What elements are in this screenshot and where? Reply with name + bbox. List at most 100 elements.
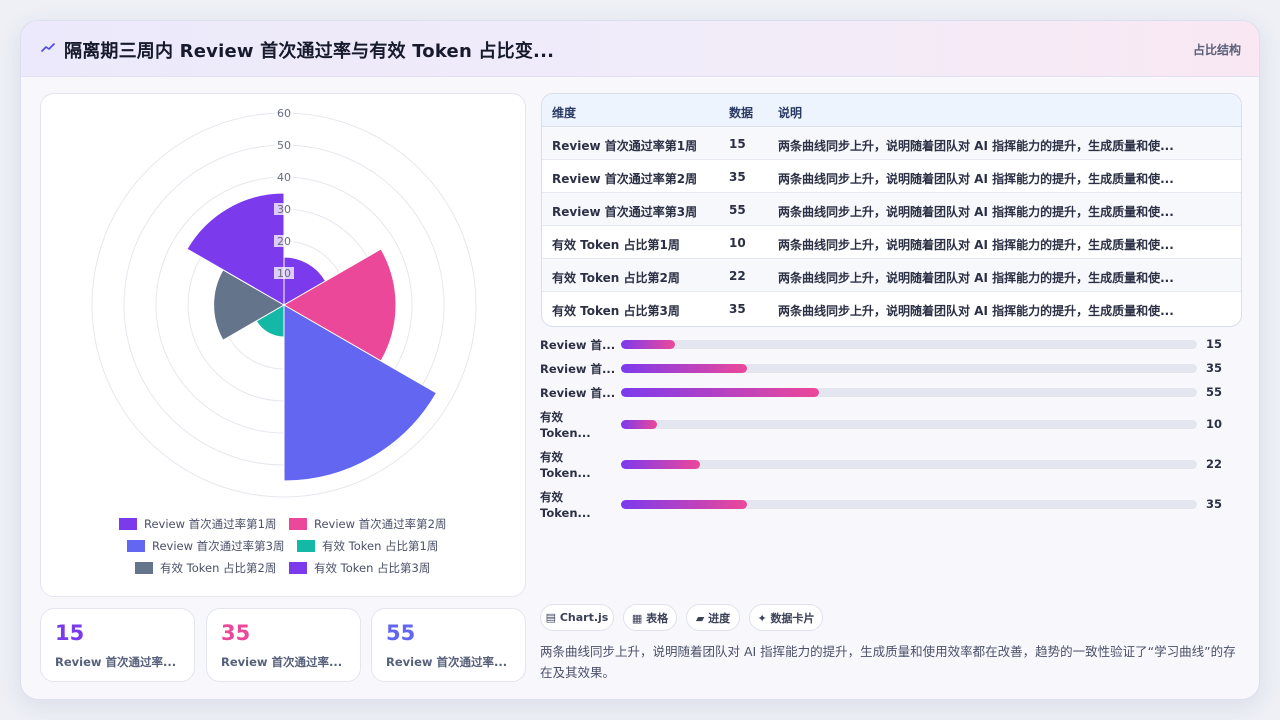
polar-area-chart: 10 20 30 40 50 60 — [91, 107, 477, 498]
table-cell: Review 首次通过率第2周 — [552, 172, 698, 186]
progress-fill — [621, 388, 819, 397]
table-cell: 两条曲线同步上升，说明随着团队对 AI 指挥能力的提升，生成质量和使... — [778, 172, 1174, 186]
legend-swatch — [289, 562, 307, 574]
table-cell: 两条曲线同步上升，说明随着团队对 AI 指挥能力的提升，生成质量和使... — [778, 238, 1174, 252]
progress-track — [621, 364, 1197, 373]
column-header: 说明 — [778, 106, 803, 120]
table-row[interactable]: 有效 Token 占比第3周 35 两条曲线同步上升，说明随着团队对 AI 指挥… — [542, 292, 1241, 325]
table-row[interactable]: 有效 Token 占比第2周 22 两条曲线同步上升，说明随着团队对 AI 指挥… — [542, 259, 1241, 292]
polar-chart-panel: 10 20 30 40 50 60 Review 首次通过率第1周 Review 首次通过… — [40, 93, 526, 597]
table-row[interactable]: Review 首次通过率第3周 55 两条曲线同步上升，说明随着团队对 AI 指… — [542, 193, 1241, 226]
progress-value: 55 — [1206, 385, 1223, 399]
table-cell: 两条曲线同步上升，说明随着团队对 AI 指挥能力的提升，生成质量和使... — [778, 205, 1174, 219]
table-cell: 有效 Token 占比第3周 — [552, 304, 680, 318]
progress-value: 35 — [1206, 497, 1223, 511]
legend-label: Review 首次通过率第3周 — [152, 539, 285, 553]
table-row[interactable]: 有效 Token 占比第1周 10 两条曲线同步上升，说明随着团队对 AI 指挥… — [542, 226, 1241, 259]
progress-fill — [621, 364, 747, 373]
page-title: 隔离期三周内 Review 首次通过率与有效 Token 占比变... — [64, 41, 555, 62]
legend-item[interactable]: Review 首次通过率第2周 — [289, 516, 447, 532]
stat-card: 35 Review 首次通过率... — [206, 608, 361, 682]
legend-swatch — [135, 562, 153, 574]
table-cell: 两条曲线同步上升，说明随着团队对 AI 指挥能力的提升，生成质量和使... — [778, 304, 1174, 318]
table-cell: 两条曲线同步上升，说明随着团队对 AI 指挥能力的提升，生成质量和使... — [778, 139, 1174, 153]
table-row[interactable]: Review 首次通过率第1周 15 两条曲线同步上升，说明随着团队对 AI 指… — [542, 127, 1241, 160]
column-header: 维度 — [552, 106, 577, 120]
progress-track — [621, 460, 1197, 469]
legend-item[interactable]: 有效 Token 占比第3周 — [289, 560, 430, 576]
table-cell: 有效 Token 占比第2周 — [552, 271, 680, 285]
stat-label: Review 首次通过率... — [221, 655, 343, 669]
legend-swatch — [119, 518, 137, 530]
table-cell: 10 — [729, 236, 746, 250]
legend-swatch — [127, 540, 145, 552]
header-bar: 隔离期三周内 Review 首次通过率与有效 Token 占比变... 占比结构 — [21, 21, 1259, 77]
legend-swatch — [289, 518, 307, 530]
table-cell: 22 — [729, 269, 746, 283]
stat-label: Review 首次通过率... — [55, 655, 177, 669]
chart-legend: Review 首次通过率第1周 Review 首次通过率第2周 Review 首… — [41, 514, 527, 584]
chip-chartjs[interactable]: ▤ Chart.js — [540, 604, 614, 631]
legend-label: Review 首次通过率第2周 — [314, 517, 447, 531]
stat-value: 35 — [221, 621, 251, 645]
progress-track — [621, 340, 1197, 349]
table-cell: 15 — [729, 137, 746, 151]
legend-label: 有效 Token 占比第3周 — [314, 561, 431, 575]
legend-swatch — [297, 540, 315, 552]
table-cell: 两条曲线同步上升，说明随着团队对 AI 指挥能力的提升，生成质量和使... — [778, 271, 1174, 285]
progress-fill — [621, 340, 675, 349]
trend-icon — [41, 43, 55, 52]
progress-track — [621, 388, 1197, 397]
progress-track — [621, 500, 1197, 509]
progress-list: Review 首... 15 Review 首... 35 Review 首..… — [540, 333, 1240, 533]
legend-label: Review 首次通过率第1周 — [144, 517, 277, 531]
legend-item[interactable]: Review 首次通过率第1周 — [119, 516, 277, 532]
table-cell: Review 首次通过率第3周 — [552, 205, 698, 219]
table-cell: 有效 Token 占比第1周 — [552, 238, 680, 252]
progress-label: 有效 Token... — [540, 410, 591, 440]
progress-value: 22 — [1206, 457, 1223, 471]
chip-data-cards[interactable]: ✦ 数据卡片 — [749, 604, 823, 631]
progress-label: Review 首... — [540, 362, 616, 376]
stat-label: Review 首次通过率... — [386, 655, 508, 669]
progress-fill — [621, 420, 657, 429]
stat-value: 15 — [55, 621, 85, 645]
chart-type-tag: 占比结构 — [1192, 43, 1241, 57]
progress-value: 10 — [1206, 417, 1223, 431]
summary-note: 两条曲线同步上升，说明随着团队对 AI 指挥能力的提升，生成质量和使用效率都在改… — [540, 644, 1236, 680]
progress-value: 15 — [1206, 337, 1223, 351]
r-tick-label: 50 — [277, 139, 291, 152]
column-header: 数据 — [729, 106, 754, 120]
progress-label: 有效 Token... — [540, 450, 591, 480]
chip-progress[interactable]: ▰ 进度 — [686, 604, 740, 631]
progress-label: 有效 Token... — [540, 490, 591, 520]
legend-item[interactable]: Review 首次通过率第3周 — [127, 538, 285, 554]
progress-label: Review 首... — [540, 338, 616, 352]
table-cell: 55 — [729, 203, 746, 217]
stat-value: 55 — [386, 621, 416, 645]
r-tick-label: 20 — [277, 235, 291, 248]
table-cell: Review 首次通过率第1周 — [552, 139, 698, 153]
data-table: 维度 数据 说明 Review 首次通过率第1周 15 两条曲线同步上升，说明随… — [541, 93, 1242, 327]
legend-label: 有效 Token 占比第1周 — [322, 539, 439, 553]
progress-value: 35 — [1206, 361, 1223, 375]
stat-card: 55 Review 首次通过率... — [371, 608, 526, 682]
dashboard-card: 隔离期三周内 Review 首次通过率与有效 Token 占比变... 占比结构… — [20, 20, 1260, 700]
r-tick-label: 30 — [277, 203, 291, 216]
r-tick-label: 40 — [277, 171, 291, 184]
progress-fill — [621, 500, 747, 509]
table-cell: 35 — [729, 170, 746, 184]
legend-label: 有效 Token 占比第2周 — [160, 561, 277, 575]
progress-track — [621, 420, 1197, 429]
progress-label: Review 首... — [540, 386, 616, 400]
table-header: 维度 数据 说明 — [542, 94, 1241, 127]
legend-item[interactable]: 有效 Token 占比第1周 — [297, 538, 438, 554]
table-row[interactable]: Review 首次通过率第2周 35 两条曲线同步上升，说明随着团队对 AI 指… — [542, 160, 1241, 193]
progress-fill — [621, 460, 701, 469]
chip-table[interactable]: ▦ 表格 — [623, 604, 677, 631]
legend-item[interactable]: 有效 Token 占比第2周 — [135, 560, 276, 576]
stat-card: 15 Review 首次通过率... — [40, 608, 195, 682]
r-tick-label: 60 — [277, 107, 291, 120]
table-cell: 35 — [729, 302, 746, 316]
r-tick-label: 10 — [277, 267, 291, 280]
